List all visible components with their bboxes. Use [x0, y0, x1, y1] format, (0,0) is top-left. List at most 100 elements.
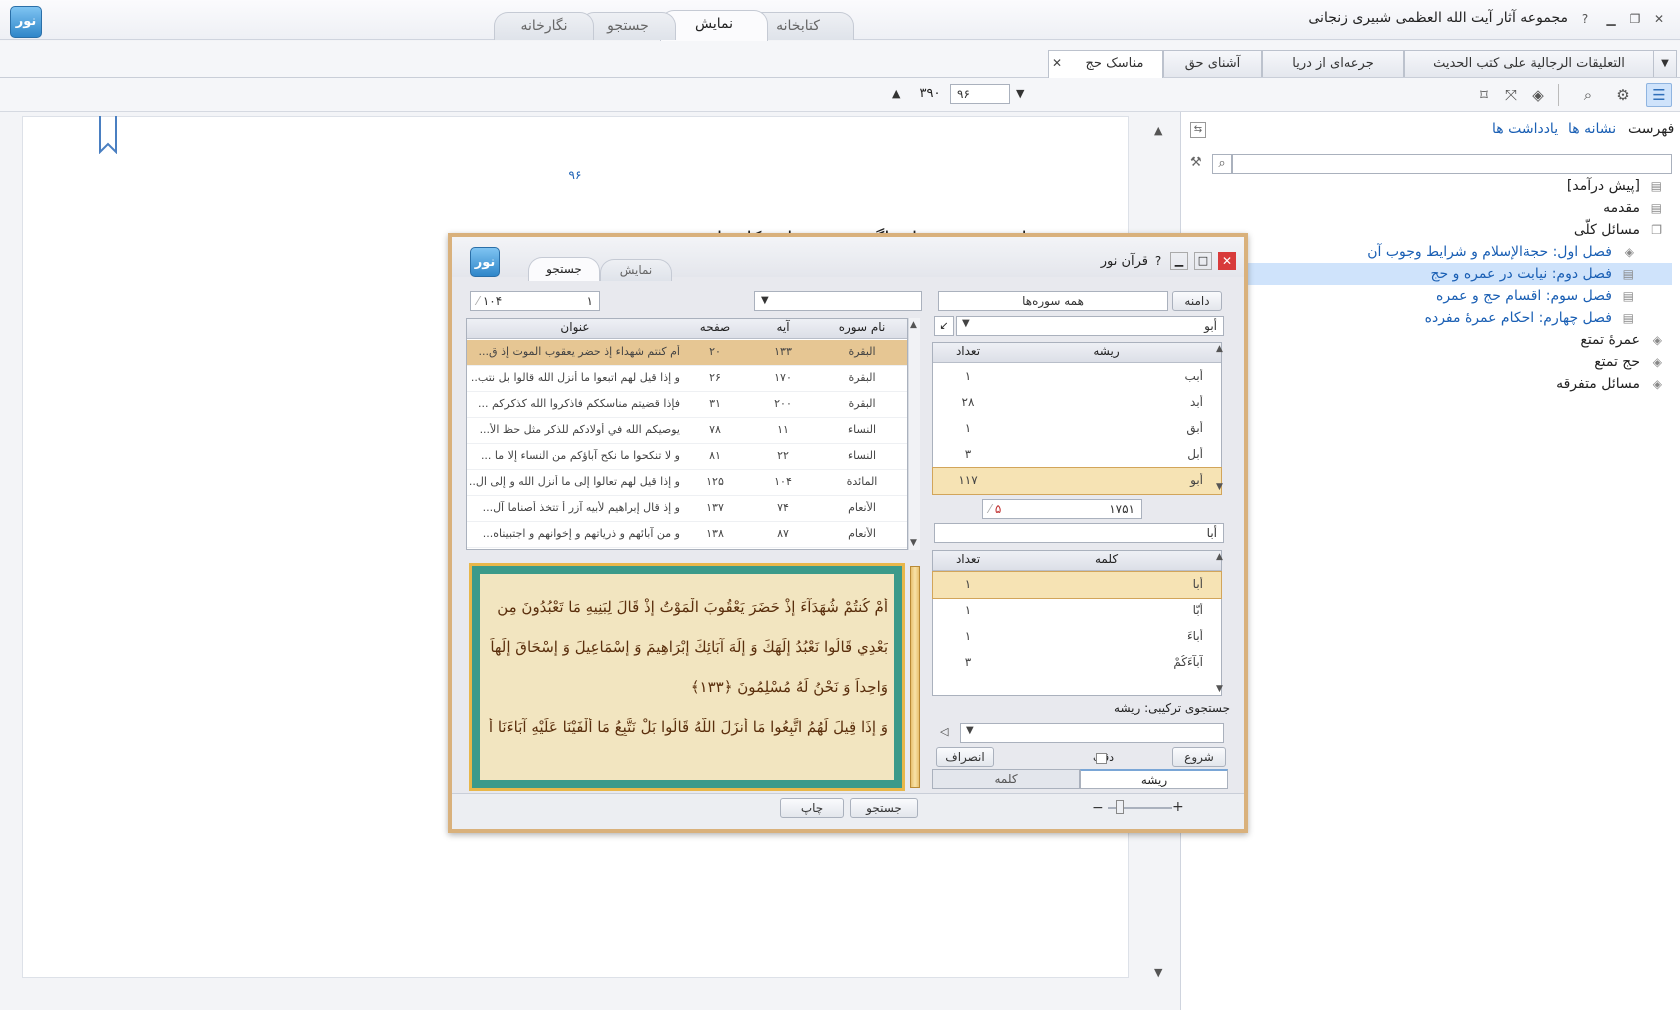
- results-filter-dropdown[interactable]: ▼: [754, 291, 922, 311]
- list-item[interactable]: أبد ۲۸: [933, 390, 1221, 416]
- combo-back-icon[interactable]: ◁: [940, 725, 948, 738]
- scope-button[interactable]: دامنه: [1172, 291, 1222, 311]
- table-row[interactable]: البقرة ۱۳۳ ۲۰ أم كنتم شهداء إذ حضر يعقوب ال…: [467, 340, 907, 366]
- list-item[interactable]: أبل ۳: [933, 442, 1221, 468]
- doc-tab-taliqat[interactable]: التعليقات الرجالية على كتب الحديث: [1404, 50, 1654, 77]
- tree-item[interactable]: ◈ عمرهٔ تمتع: [1190, 329, 1672, 351]
- fullscreen-icon[interactable]: ⤧: [1500, 84, 1522, 106]
- tabs-dropdown-icon[interactable]: ▼: [1653, 50, 1677, 77]
- exact-checkbox[interactable]: [1096, 753, 1107, 764]
- doc-tab-ashnaye-haq[interactable]: آشنای حق: [1163, 50, 1262, 77]
- restore-icon[interactable]: ❐: [1626, 10, 1644, 28]
- combo-search-input[interactable]: [960, 723, 1224, 743]
- cell-aya: ۷۴: [777, 501, 789, 514]
- table-row[interactable]: البقرة ۱۷۰ ۲۶ و إذا قيل لهم اتبعوا ما أنزل …: [467, 366, 907, 392]
- list-item-label: أبد: [1190, 395, 1203, 409]
- page-bookmark-icon[interactable]: [98, 116, 118, 155]
- quran-minimize-icon[interactable]: ▁: [1170, 252, 1188, 270]
- tree-item[interactable]: ◈ مسائل متفرقه: [1190, 373, 1672, 395]
- bottom-tab-word[interactable]: کلمه: [932, 769, 1080, 789]
- tree-item[interactable]: ▤ فصل چهارم: احکام عمرهٔ مفرده: [1190, 307, 1672, 329]
- table-row[interactable]: الأنعام ۸۷ ۱۳۸ و من آبائهم و ذرياتهم و إخوا…: [467, 522, 907, 548]
- page-number-input[interactable]: ۹۶: [950, 84, 1010, 104]
- table-row[interactable]: النساء ۲۲ ۸۱ و لا تنكحوا ما نكح آباؤكم من ا…: [467, 444, 907, 470]
- zoom-slider-thumb[interactable]: [1116, 800, 1124, 814]
- tree-item[interactable]: ▤ مقدمه: [1190, 197, 1672, 219]
- roots-scroll-down-icon[interactable]: ▼: [1216, 482, 1223, 492]
- zoom-out-icon[interactable]: −: [1092, 800, 1104, 816]
- tree-item[interactable]: ▤ فصل دوم: نیابت در عمره و حج: [1190, 263, 1672, 285]
- tree-item[interactable]: ❐ مسائل کلّی: [1190, 219, 1672, 241]
- tab-search[interactable]: جستجو: [580, 12, 676, 40]
- doc-scroll-down-icon[interactable]: ▼: [1154, 966, 1162, 979]
- minimize-icon[interactable]: ▁: [1602, 10, 1620, 28]
- word-input[interactable]: أبا: [934, 523, 1224, 543]
- col-word-count: تعداد: [955, 552, 981, 566]
- results-scrollbar[interactable]: [908, 318, 920, 550]
- quran-close-icon[interactable]: ✕: [1218, 252, 1236, 270]
- sidebar-tab-bookmarks[interactable]: نشانه ها: [1568, 121, 1616, 137]
- quran-search-button[interactable]: جستجو: [850, 798, 918, 818]
- table-row[interactable]: الأنعام ۷۴ ۱۳۷ و إذ قال إبراهيم لأبيه آزر أ…: [467, 496, 907, 522]
- words-scroll-down-icon[interactable]: ▼: [1216, 684, 1223, 694]
- root-apply-icon[interactable]: ↙: [934, 316, 954, 336]
- list-item[interactable]: أباءَ ۱: [933, 624, 1221, 650]
- close-icon[interactable]: ✕: [1650, 10, 1668, 28]
- doc-tab-manasek-hajj[interactable]: مناسک حج: [1048, 50, 1163, 78]
- tree-item[interactable]: ◈ حج تمتع: [1190, 351, 1672, 373]
- verse-scrollbar[interactable]: [910, 566, 920, 788]
- quran-tab-search[interactable]: جستجو: [528, 257, 600, 281]
- search-icon[interactable]: ⌕: [1577, 84, 1599, 106]
- doc-tab-jorei[interactable]: جرعه‌ای از دریا: [1262, 50, 1404, 77]
- quran-tab-display[interactable]: نمایش: [600, 259, 672, 281]
- sidebar-tab-notes[interactable]: یادداشت ها: [1492, 121, 1558, 137]
- cancel-button[interactable]: انصراف: [936, 747, 994, 767]
- page-down-icon[interactable]: ▼: [1016, 84, 1030, 104]
- sidebar-search-icon[interactable]: ⌕: [1212, 154, 1232, 174]
- results-scroll-down-icon[interactable]: ▼: [910, 538, 917, 548]
- list-item[interactable]: أبا ۱: [932, 571, 1222, 599]
- words-scroll-up-icon[interactable]: ▲: [1216, 552, 1223, 562]
- results-scroll-up-icon[interactable]: ▲: [910, 320, 917, 330]
- list-item[interactable]: أبو ۱۱۷: [932, 467, 1222, 495]
- root-input[interactable]: أبو: [956, 316, 1224, 336]
- tree-item[interactable]: ▤ فصل سوم: اقسام حج و عمره: [1190, 285, 1672, 307]
- verse-line-3: وَاحِداً وَ نَحْنُ لَهُ مُسْلِمُونَ ﴿١٣٣…: [690, 678, 888, 696]
- settings-gear-icon[interactable]: ⚙: [1612, 84, 1634, 106]
- wrench-icon[interactable]: ⚒: [1190, 155, 1202, 170]
- list-item[interactable]: آبآءَكُمْ ۳: [933, 650, 1221, 676]
- root-dropdown-icon[interactable]: ▼: [962, 318, 970, 329]
- zoom-in-icon[interactable]: +: [1172, 799, 1184, 815]
- bottom-tab-root[interactable]: ریشه: [1080, 769, 1228, 789]
- scope-select[interactable]: همه سوره‌ها: [938, 291, 1168, 311]
- sidebar-collapse-icon[interactable]: ⇆: [1190, 122, 1206, 138]
- sidebar-search-input[interactable]: [1232, 154, 1672, 174]
- list-item[interactable]: أبّا ۱: [933, 598, 1221, 624]
- tree-item[interactable]: ◈ فصل اول: حجةالإسلام و شرایط وجوب آن: [1190, 241, 1672, 263]
- tab-display[interactable]: نمایش: [660, 10, 768, 41]
- table-row[interactable]: النساء ۱۱ ۷۸ يوصيكم الله في أولادكم للذكر م…: [467, 418, 907, 444]
- combo-dropdown-icon[interactable]: ▼: [966, 725, 974, 736]
- list-item[interactable]: أبق ۱: [933, 416, 1221, 442]
- roots-scroll-up-icon[interactable]: ▲: [1216, 344, 1223, 354]
- start-button[interactable]: شروع: [1172, 747, 1226, 767]
- tab-gallery[interactable]: نگارخانه: [494, 12, 594, 40]
- list-item[interactable]: أبب ۱: [933, 364, 1221, 390]
- toc-list-icon[interactable]: ☰: [1646, 83, 1672, 107]
- table-row[interactable]: البقرة ۲۰۰ ۳۱ فإذا قضيتم مناسككم فاذكروا ال…: [467, 392, 907, 418]
- tree-item-label: [پیش درآمد]: [1566, 178, 1640, 194]
- quran-help-icon[interactable]: ?: [1150, 252, 1166, 270]
- doc-scroll-up-icon[interactable]: ▲: [1154, 124, 1162, 137]
- close-tab-icon[interactable]: ✕: [1052, 56, 1062, 70]
- sidebar-tab-toc[interactable]: فهرست: [1628, 121, 1674, 137]
- bookmark-icon[interactable]: ⌑: [1473, 84, 1495, 106]
- page-up-icon[interactable]: ▲: [892, 84, 906, 104]
- quran-maximize-icon[interactable]: □: [1194, 252, 1212, 270]
- list-item-label: آبآءَكُمْ: [1173, 655, 1203, 669]
- quran-print-button[interactable]: چاپ: [780, 798, 844, 818]
- layers-icon[interactable]: ◈: [1527, 84, 1549, 106]
- results-pager[interactable]: ۱۰۴ ⁄ ۱: [470, 291, 600, 311]
- help-icon[interactable]: ?: [1576, 10, 1594, 28]
- tree-item[interactable]: ▤ [پیش درآمد]: [1190, 175, 1672, 197]
- table-row[interactable]: المائدة ۱۰۴ ۱۲۵ و إذا قيل لهم تعالوا إلى ما…: [467, 470, 907, 496]
